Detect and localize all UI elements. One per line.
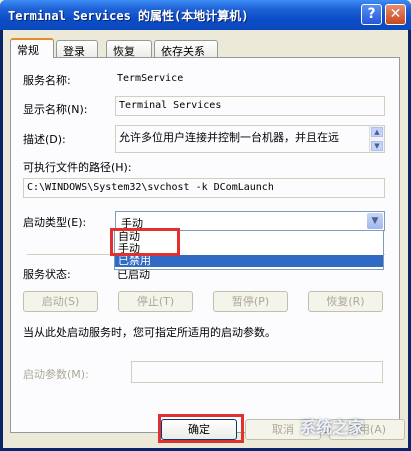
option-manual[interactable]: 手动	[115, 243, 383, 255]
description-scrollbar[interactable]: ▲ ▼	[369, 126, 384, 152]
startup-type-select[interactable]: 手动 ▼	[115, 211, 385, 231]
startup-type-label: 启动类型(E):	[23, 216, 87, 229]
ok-button[interactable]: 确定	[161, 419, 237, 440]
help-button[interactable]: ?	[361, 4, 382, 25]
chevron-down-icon[interactable]: ▼	[367, 213, 383, 229]
params-input[interactable]	[131, 361, 383, 383]
description-field[interactable]: 允许多位用户连接并控制一台机器，并且在远 ▲ ▼	[115, 125, 385, 153]
option-disabled[interactable]: 已禁用	[115, 255, 383, 267]
params-label: 启动参数(M):	[23, 368, 89, 381]
display-name-value: Terminal Services	[119, 100, 222, 111]
startup-type-value: 手动	[121, 217, 143, 230]
exe-path-value: C:\WINDOWS\System32\svchost -k DComLaunc…	[27, 182, 274, 193]
window-title: Terminal Services 的属性(本地计算机)	[8, 9, 249, 23]
display-name-field[interactable]: Terminal Services	[115, 96, 385, 116]
title-bar[interactable]: Terminal Services 的属性(本地计算机) ? ✕	[0, 0, 411, 30]
option-auto[interactable]: 自动	[115, 231, 383, 243]
pause-button[interactable]: 暂停(P)	[213, 291, 288, 312]
stop-button[interactable]: 停止(T)	[118, 291, 193, 312]
properties-window: Terminal Services 的属性(本地计算机) ? ✕ 常规 登录 恢…	[0, 0, 411, 451]
tab-dependencies[interactable]: 依存关系	[154, 40, 218, 58]
description-label: 描述(D):	[23, 133, 66, 146]
close-button[interactable]: ✕	[385, 4, 406, 25]
description-value: 允许多位用户连接并控制一台机器，并且在远	[119, 131, 339, 144]
startup-type-dropdown[interactable]: 自动 手动 已禁用	[114, 230, 384, 270]
display-name-label: 显示名称(N):	[23, 103, 88, 116]
start-button[interactable]: 启动(S)	[23, 291, 98, 312]
resume-button[interactable]: 恢复(R)	[308, 291, 383, 312]
service-name-label: 服务名称:	[23, 74, 71, 87]
exe-path-label: 可执行文件的路径(H):	[23, 161, 132, 174]
tab-recovery[interactable]: 恢复	[106, 40, 152, 58]
params-hint: 当从此处启动服务时，您可指定所适用的启动参数。	[23, 326, 276, 339]
dialog-client: 常规 登录 恢复 依存关系 服务名称: TermService 显示名称(N):…	[3, 30, 408, 448]
tab-general[interactable]: 常规	[10, 38, 54, 58]
watermark: 系统之家	[300, 418, 365, 437]
scroll-down-icon[interactable]: ▼	[371, 141, 383, 151]
tab-logon[interactable]: 登录	[56, 40, 98, 58]
status-label: 服务状态:	[23, 268, 71, 281]
exe-path-field[interactable]: C:\WINDOWS\System32\svchost -k DComLaunc…	[23, 178, 385, 198]
scroll-up-icon[interactable]: ▲	[371, 127, 383, 137]
service-name-value: TermService	[117, 73, 184, 84]
